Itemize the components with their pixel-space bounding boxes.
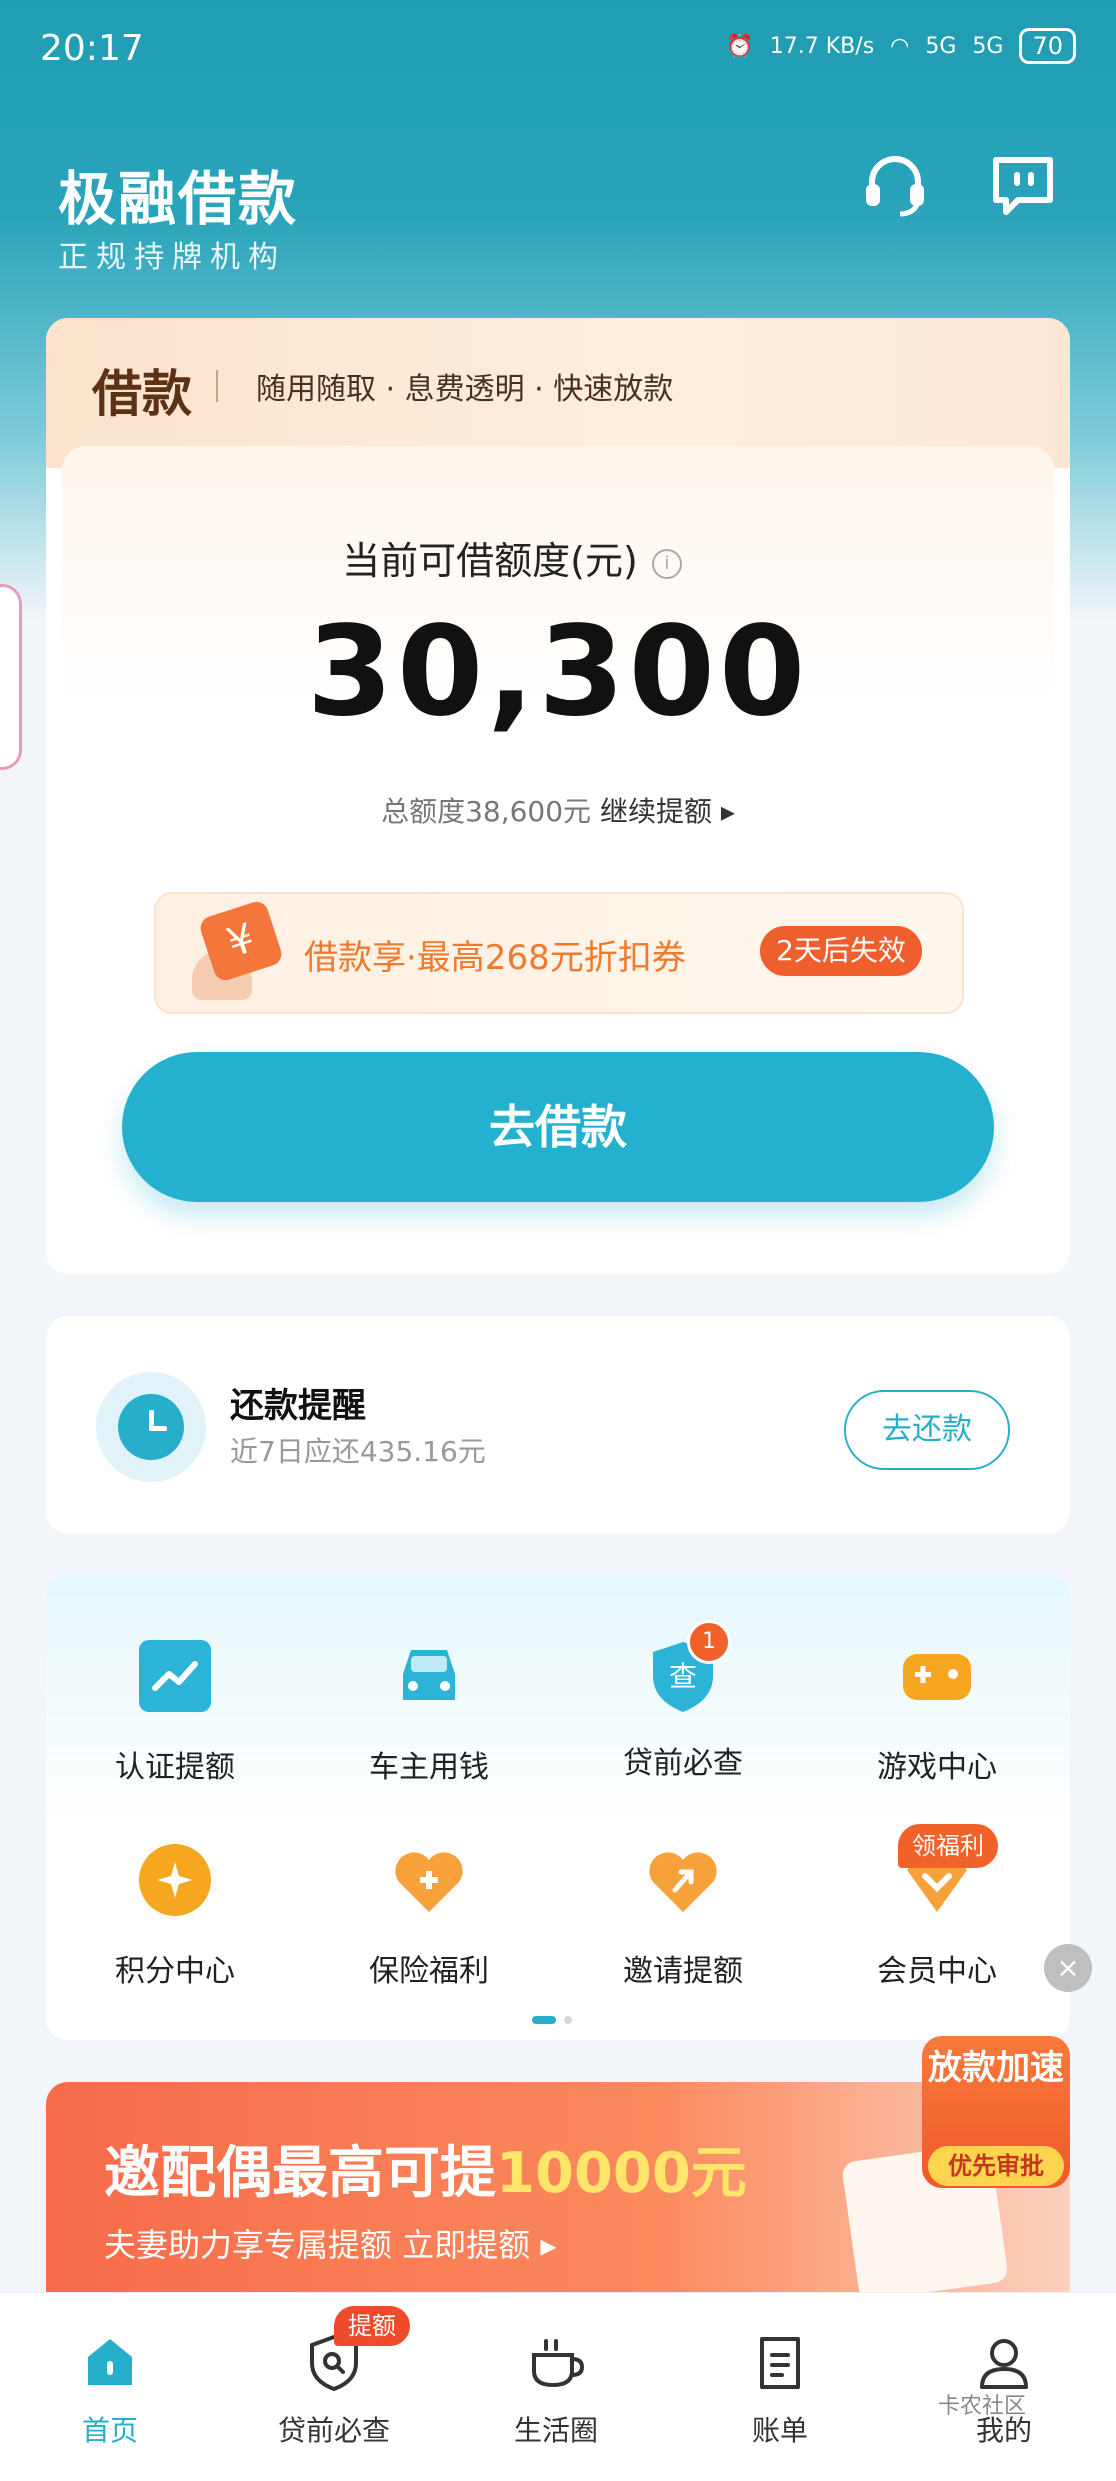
- priority-approval-tag: 优先审批: [928, 2146, 1064, 2186]
- service-game-center[interactable]: 游戏中心: [822, 1636, 1052, 1786]
- battery-icon: 70: [1019, 28, 1076, 64]
- notification-badge: 1: [687, 1620, 731, 1664]
- service-verify-raise[interactable]: 认证提额: [60, 1636, 290, 1786]
- close-icon[interactable]: ×: [1044, 1944, 1092, 1992]
- bottom-tab-bar: 首页 贷前必查 生活圈 账单 我的: [0, 2292, 1116, 2481]
- repay-amount: 近7日应还435.16元: [230, 1435, 486, 1468]
- heart-arrow-icon: [649, 1852, 717, 1912]
- credit-amount: 30,300: [306, 600, 810, 744]
- heart-plus-icon: [395, 1852, 463, 1912]
- coffee-cup-icon: [532, 2339, 585, 2388]
- tab-raise-badge: 提额: [334, 2306, 410, 2346]
- total-credit-line: 总额度38,600元 继续提额 ▸: [0, 790, 1116, 830]
- svg-text:查: 查: [669, 1660, 697, 1693]
- banner-title: 邀配偶最高可提10000元: [104, 2128, 747, 2209]
- tab-life-circle[interactable]: 生活圈: [466, 2333, 646, 2449]
- info-icon[interactable]: i: [651, 548, 682, 579]
- total-credit: 总额度38,600元: [381, 795, 592, 828]
- service-invite-raise[interactable]: 邀请提额: [568, 1840, 798, 1990]
- chart-up-icon: [139, 1640, 211, 1712]
- credit-label-text: 当前可借额度(元): [342, 539, 638, 583]
- net-speed: 17.7 KB/s: [769, 33, 875, 59]
- service-label: 车主用钱: [369, 1750, 489, 1785]
- tab-bills[interactable]: 账单: [690, 2333, 870, 2449]
- credit-label: 当前可借额度(元) i: [0, 530, 1024, 585]
- tab-label: 账单: [751, 2414, 808, 2447]
- indicator-dot-active: [532, 2016, 556, 2024]
- service-label: 保险福利: [369, 1954, 489, 1989]
- loan-tag: 借款: [92, 365, 192, 423]
- banner-subtitle: 夫妻助力享专属提额 立即提额 ▸: [104, 2226, 557, 2264]
- raise-credit-link[interactable]: 继续提额 ▸: [600, 795, 735, 828]
- service-car-owner[interactable]: 车主用钱: [314, 1636, 544, 1786]
- invite-spouse-banner[interactable]: 邀配偶最高可提10000元 夫妻助力享专属提额 立即提额 ▸: [46, 2082, 1070, 2292]
- coupon-text: 借款享·最高268元折扣券: [304, 938, 686, 978]
- signal-5g-1: 5G: [925, 33, 957, 59]
- gamepad-icon: [903, 1654, 971, 1700]
- signal-5g-2: 5G: [972, 33, 1004, 59]
- tab-label: 贷前必查: [277, 2414, 390, 2447]
- alarm-icon: ⏰: [726, 33, 754, 59]
- service-label: 贷前必查: [623, 1746, 743, 1781]
- star-coin-icon: [139, 1844, 211, 1916]
- service-pre-loan-check[interactable]: 查 1 贷前必查: [568, 1620, 798, 1782]
- status-time: 20:17: [40, 28, 144, 69]
- coupon-banner[interactable]: ¥ 借款享·最高268元折扣券 2天后失效: [154, 892, 964, 1014]
- loan-slogan: 随用随取 · 息费透明 · 快速放款: [256, 372, 674, 407]
- tab-pre-loan-check[interactable]: 贷前必查: [244, 2333, 424, 2449]
- headset-icon[interactable]: [860, 150, 930, 220]
- repay-reminder-card: 还款提醒 近7日应还435.16元 去还款: [46, 1316, 1070, 1534]
- service-insurance[interactable]: 保险福利: [314, 1840, 544, 1990]
- user-icon: [980, 2339, 1028, 2389]
- service-label: 游戏中心: [877, 1750, 997, 1785]
- repay-title: 还款提醒: [230, 1386, 366, 1426]
- clock-icon: [96, 1372, 206, 1482]
- banner-title-prefix: 邀配偶最高可提: [104, 2141, 496, 2206]
- message-icon[interactable]: [988, 150, 1058, 220]
- service-points-center[interactable]: 积分中心: [60, 1840, 290, 1990]
- service-label: 积分中心: [115, 1954, 235, 1989]
- tab-label: 首页: [81, 2414, 138, 2447]
- bill-icon: [760, 2337, 800, 2389]
- home-icon: [88, 2339, 132, 2385]
- welfare-badge: 领福利: [898, 1824, 998, 1868]
- status-bar: 20:17 ⏰ 17.7 KB/s ◠ 5G 5G 70: [0, 0, 1116, 100]
- service-label: 认证提额: [115, 1750, 235, 1785]
- watermark-logo: 卡农社区: [938, 2394, 1027, 2419]
- borrow-button[interactable]: 去借款: [122, 1052, 994, 1202]
- repay-button[interactable]: 去还款: [844, 1390, 1010, 1470]
- app-subtitle: 正规持牌机构: [58, 240, 286, 275]
- tab-home[interactable]: 首页: [20, 2333, 200, 2449]
- status-icons: ⏰ 17.7 KB/s ◠ 5G 5G 70: [726, 28, 1076, 64]
- car-icon: [403, 1650, 455, 1700]
- service-label: 会员中心: [877, 1954, 997, 1989]
- app-title: 极融借款: [58, 165, 299, 233]
- speed-up-badge[interactable]: 放款加速 优先审批: [922, 2036, 1070, 2188]
- indicator-dot: [564, 2016, 572, 2024]
- coupon-expiry-badge: 2天后失效: [760, 926, 922, 976]
- divider: [216, 370, 218, 402]
- service-label: 邀请提额: [623, 1954, 743, 1989]
- banner-title-highlight: 10000元: [496, 2141, 747, 2206]
- tab-label: 生活圈: [513, 2414, 598, 2447]
- shield-check-icon: 查 1: [643, 1620, 731, 1716]
- speed-badge-text: 放款加速: [928, 2048, 1064, 2088]
- wifi-icon: ◠: [890, 33, 910, 59]
